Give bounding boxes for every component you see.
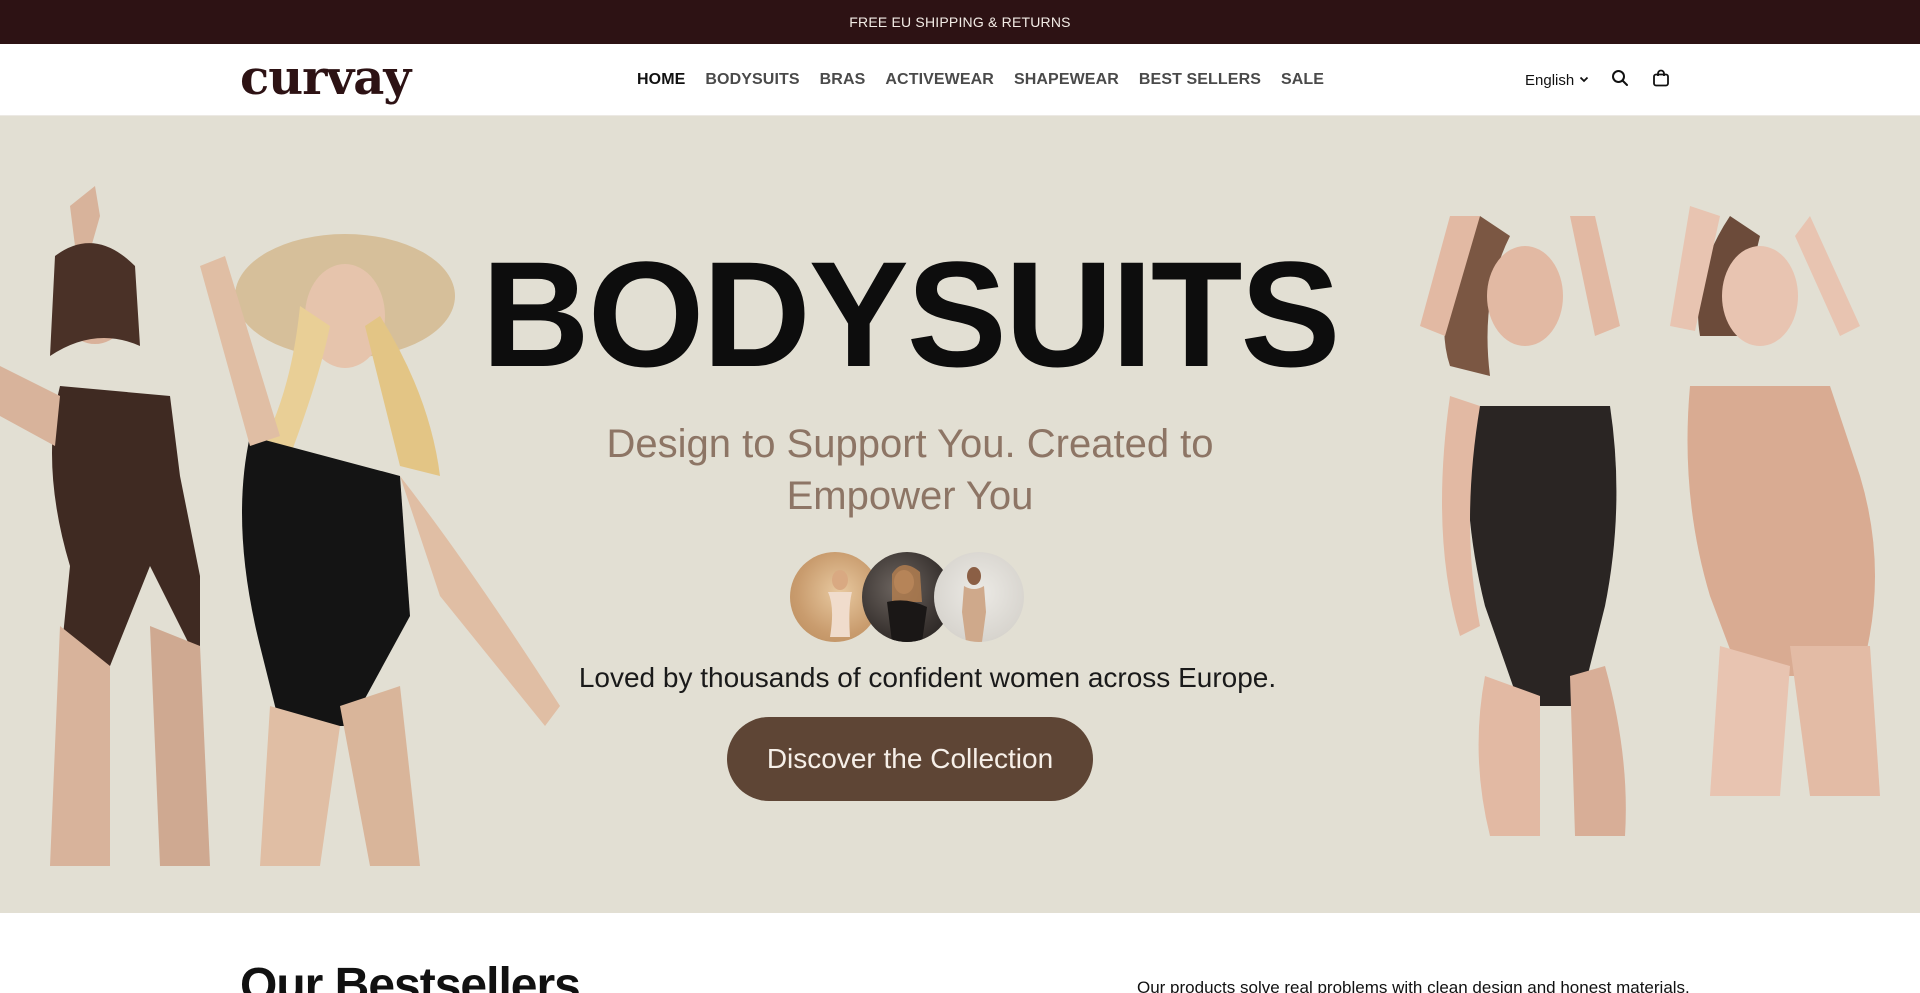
nav-item-bras[interactable]: BRAS — [820, 71, 866, 89]
customer-avatars — [790, 552, 1030, 642]
avatar — [934, 552, 1024, 642]
nav-item-activewear[interactable]: ACTIVEWEAR — [885, 71, 994, 89]
hero-tagline: Loved by thousands of confident women ac… — [578, 662, 1277, 693]
hero-banner: BODYSUITS Design to Support You. Created… — [0, 116, 1920, 913]
search-button[interactable] — [1608, 68, 1632, 92]
header-actions: English — [1525, 44, 1673, 116]
nav-item-home[interactable]: HOME — [637, 71, 685, 89]
announcement-text: FREE EU SHIPPING & RETURNS — [849, 14, 1071, 30]
brand-logo[interactable]: curvay — [240, 52, 411, 104]
language-label: English — [1525, 71, 1575, 89]
nav-item-best-sellers[interactable]: BEST SELLERS — [1139, 71, 1261, 89]
nav-item-sale[interactable]: SALE — [1281, 71, 1324, 89]
nav-item-bodysuits[interactable]: BODYSUITS — [705, 71, 799, 89]
cart-button[interactable] — [1649, 68, 1673, 92]
announcement-bar: FREE EU SHIPPING & RETURNS — [0, 0, 1920, 44]
bestsellers-description: Our products solve real problems with cl… — [1137, 978, 1690, 993]
discover-collection-button[interactable]: Discover the Collection — [727, 717, 1093, 801]
nav-item-shapewear[interactable]: SHAPEWEAR — [1014, 71, 1119, 89]
shopping-bag-icon — [1652, 69, 1670, 92]
main-nav: HOME BODYSUITS BRAS ACTIVEWEAR SHAPEWEAR… — [637, 44, 1324, 116]
site-header: curvay HOME BODYSUITS BRAS ACTIVEWEAR SH… — [0, 44, 1920, 116]
language-selector[interactable]: English — [1525, 72, 1590, 89]
hero-title: BODYSUITS — [481, 230, 1340, 398]
chevron-down-icon — [1578, 72, 1590, 89]
hero-subtitle: Design to Support You. Created to Empowe… — [606, 422, 1214, 518]
search-icon — [1611, 69, 1629, 92]
bestsellers-title: Our Bestsellers — [240, 959, 581, 993]
